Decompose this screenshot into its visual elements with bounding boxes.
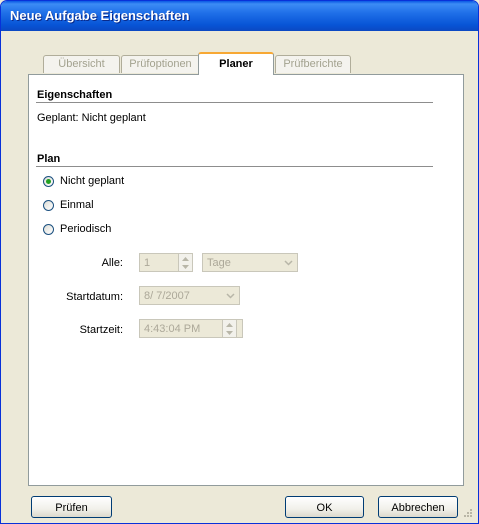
title-bar[interactable]: Neue Aufgabe Eigenschaften xyxy=(1,1,478,31)
radio-not-scheduled-label: Nicht geplant xyxy=(60,175,125,187)
chevron-down-icon[interactable] xyxy=(280,254,296,271)
interval-unit-select[interactable]: Tage xyxy=(202,253,298,272)
every-label: Alle: xyxy=(101,257,123,269)
schedule-status-text: Geplant: Nicht geplant xyxy=(37,112,146,124)
chevron-down-icon[interactable] xyxy=(222,287,238,304)
radio-once-label: Einmal xyxy=(60,199,94,211)
properties-heading: Eigenschaften xyxy=(37,89,113,101)
radio-periodic[interactable]: Periodisch xyxy=(43,222,111,236)
spin-down-icon[interactable] xyxy=(223,329,236,337)
start-time-value: 4:43:04 PM xyxy=(144,323,201,335)
tab-check-reports[interactable]: Prüfberichte xyxy=(275,55,351,73)
start-date-picker[interactable]: 8/ 7/2007 xyxy=(139,286,240,305)
tab-check-options[interactable]: Prüfoptionen xyxy=(121,55,200,73)
dialog-window: Neue Aufgabe Eigenschaften Übersicht Prü… xyxy=(0,0,479,524)
dialog-client: Übersicht Prüfoptionen Planer Prüfberich… xyxy=(4,31,475,520)
spin-up-icon[interactable] xyxy=(223,321,236,329)
radio-not-scheduled[interactable]: Nicht geplant xyxy=(43,174,124,188)
every-spinner[interactable] xyxy=(178,253,193,272)
spin-up-icon[interactable] xyxy=(179,255,192,263)
cancel-button[interactable]: Abbrechen xyxy=(378,496,458,518)
resize-grip-icon[interactable] xyxy=(462,507,473,518)
start-time-spinner[interactable] xyxy=(222,319,237,338)
check-button[interactable]: Prüfen xyxy=(31,496,112,518)
spin-down-icon[interactable] xyxy=(179,263,192,271)
radio-periodic-label: Periodisch xyxy=(60,223,112,235)
radio-button[interactable] xyxy=(43,223,54,235)
radio-button-checked[interactable] xyxy=(43,175,54,187)
ok-button[interactable]: OK xyxy=(285,496,364,518)
plan-divider xyxy=(36,166,433,168)
radio-button[interactable] xyxy=(43,199,54,211)
tab-overview[interactable]: Übersicht xyxy=(43,55,120,73)
window-title: Neue Aufgabe Eigenschaften xyxy=(10,8,190,23)
properties-divider xyxy=(36,102,433,104)
tab-scheduler[interactable]: Planer xyxy=(198,52,274,75)
radio-once[interactable]: Einmal xyxy=(43,198,94,212)
start-date-label: Startdatum: xyxy=(66,291,123,303)
tab-panel-scheduler: Eigenschaften Geplant: Nicht geplant Pla… xyxy=(28,74,464,486)
plan-heading: Plan xyxy=(37,153,61,165)
start-date-value: 8/ 7/2007 xyxy=(144,290,190,302)
interval-unit-value: Tage xyxy=(207,257,231,269)
start-time-label: Startzeit: xyxy=(79,324,123,336)
